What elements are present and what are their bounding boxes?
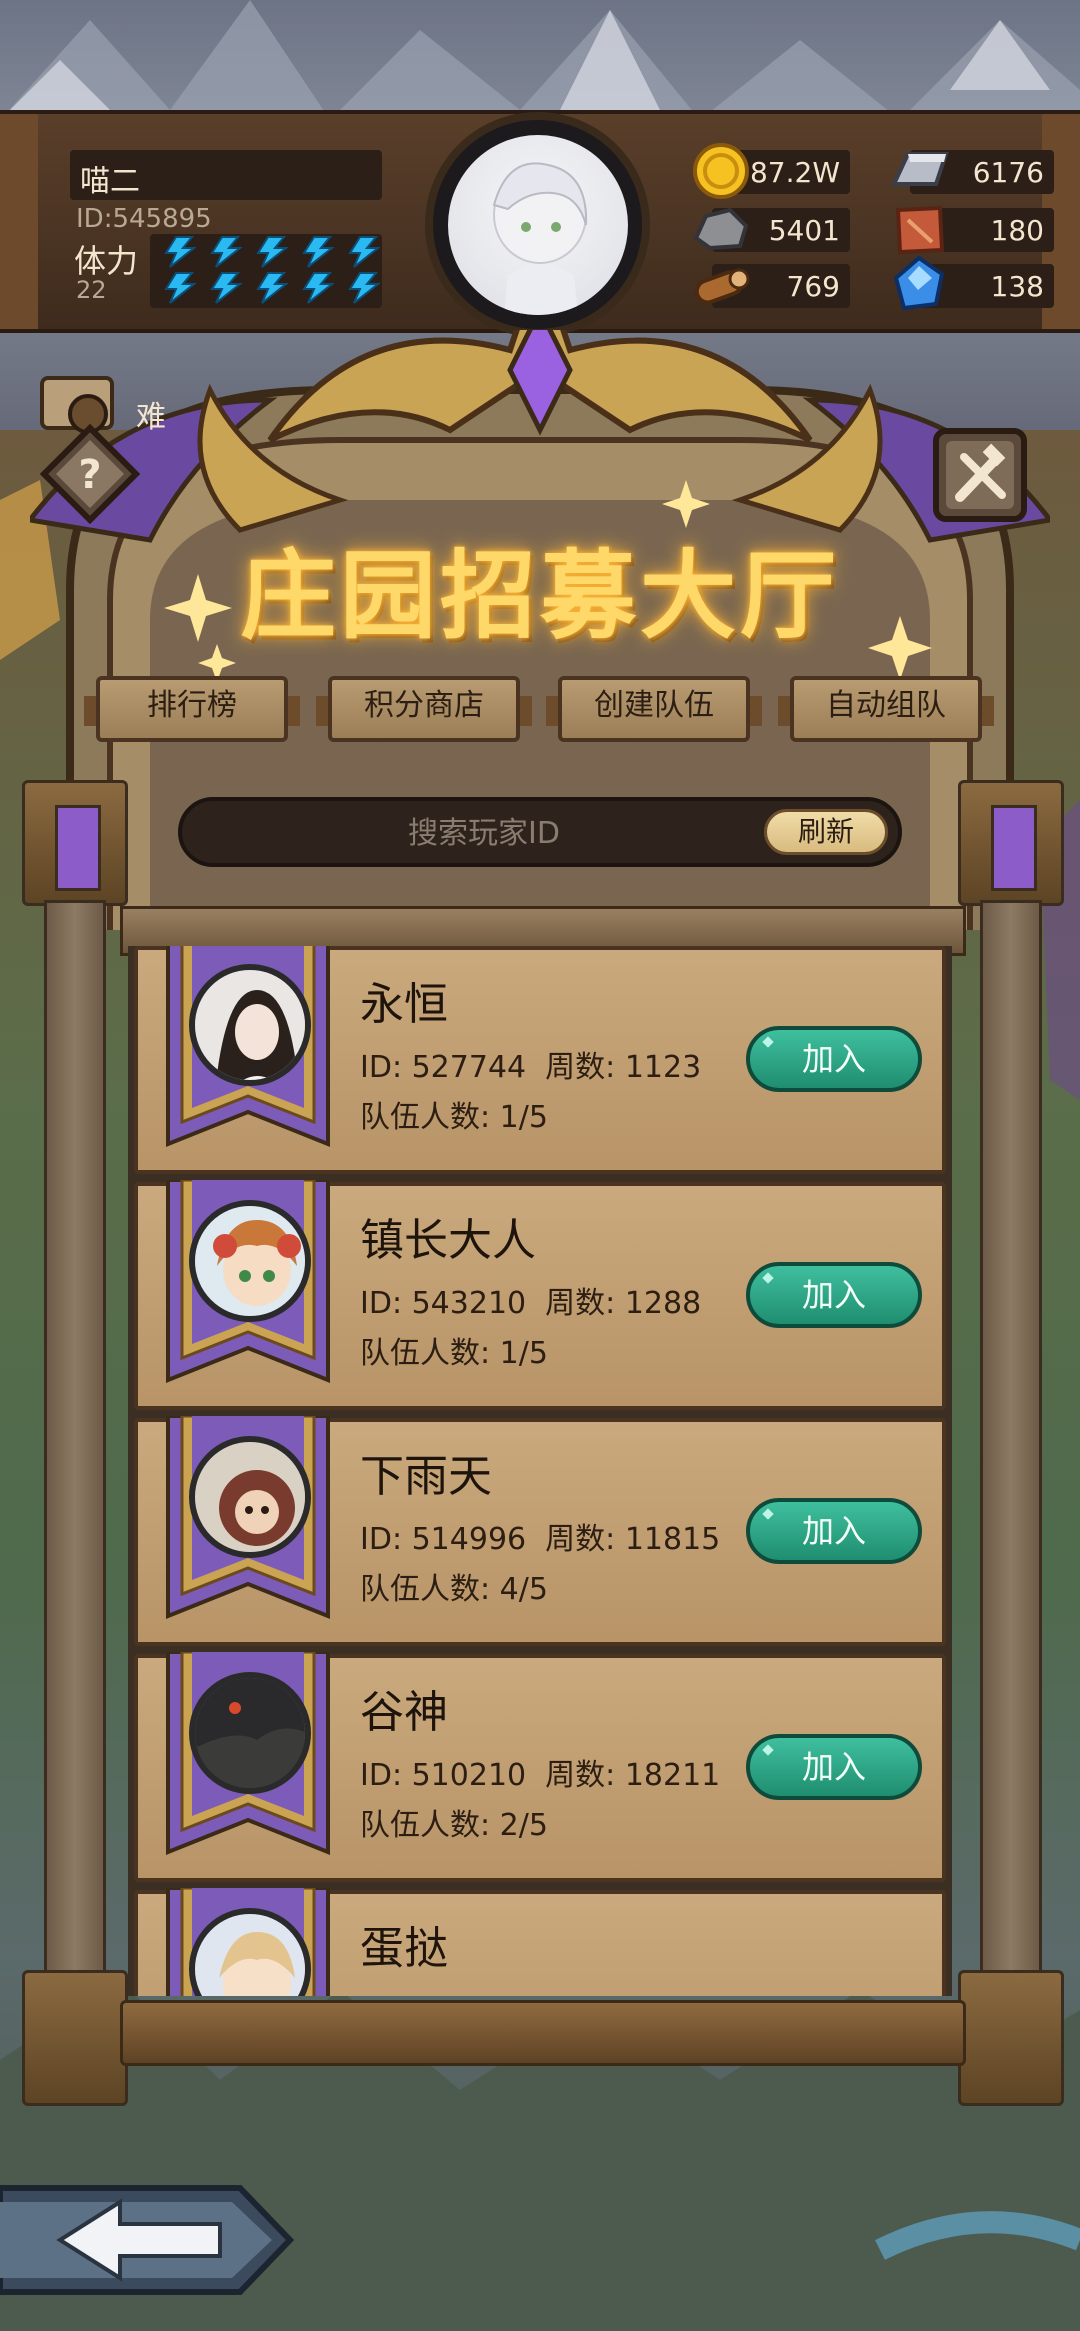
resource-iron-ingot: 6176 [890,150,1054,194]
tab-points-shop[interactable]: 积分商店 [316,662,532,758]
team-id-weeks: ID: 510210 周数: 18211 [360,1758,721,1793]
refresh-button[interactable]: 刷新 [764,809,888,855]
lightning-bolt-icon [164,272,196,304]
side-tab-label: 难 [136,400,166,435]
avatar-portrait-icon [492,162,588,315]
player-name: 喵二 [80,164,140,199]
tab-label: 自动组队 [826,688,946,723]
resource-value: 5401 [768,214,840,247]
team-avatar[interactable] [189,1672,311,1794]
team-member-count: 队伍人数: 2/5 [360,1808,548,1843]
tab-label: 排行榜 [147,688,237,723]
lightning-bolt-icon [348,272,380,304]
join-button[interactable]: 加入 [746,1262,922,1328]
resource-value: 180 [990,214,1044,247]
leather-icon [895,205,945,255]
team-id-weeks: ID: 543210 周数: 1288 [360,1286,702,1321]
team-list[interactable]: 永恒 ID: 527744 周数: 1123 队伍人数: 1/5 加入 镇长大人 ID: … [128,946,952,1996]
pillar-base [958,1970,1064,2106]
team-member-count: 队伍人数: 1/5 [360,1100,548,1135]
team-member-count: 队伍人数: 4/5 [360,1572,548,1607]
pillar-base [22,1970,128,2106]
resource-wood-log: 769 [694,264,850,308]
tab-label: 积分商店 [364,688,484,723]
team-row: 镇长大人 ID: 543210 周数: 1288 队伍人数: 1/5 加入 [134,1180,946,1410]
resource-gold-coin: 87.2W [693,143,850,199]
list-bottom-rim [120,2000,966,2066]
pillar-shaft [980,900,1042,1976]
lightning-bolt-icon [210,236,242,268]
resource-value: 769 [786,270,840,303]
team-avatar[interactable] [189,964,311,1086]
search-bar: 刷新 [178,797,902,867]
resource-value: 87.2W [749,156,840,189]
team-row: 永恒 ID: 527744 周数: 1123 队伍人数: 1/5 加入 [134,946,946,1174]
pillar-right [958,780,1064,2106]
join-button[interactable]: 加入 [746,1026,922,1092]
lightning-bolt-icon [302,272,334,304]
team-id-weeks: ID: 527744 周数: 1123 [360,1050,702,1085]
lightning-bolt-icon [302,236,334,268]
hud-wood-left [0,114,38,329]
team-name: 镇长大人 [360,1215,536,1266]
avatar-portrait-icon [195,1914,305,1996]
back-arrow-icon [0,2185,295,2295]
player-id: ID:545895 [76,204,212,234]
resource-value: 138 [990,270,1044,303]
stamina-bolts [162,236,382,304]
resource-leather: 180 [895,205,1054,255]
pillar-left [22,780,128,2106]
hall-tabs: 排行榜 积分商店 创建队伍 自动组队 [84,662,1004,762]
resource-value: 6176 [972,156,1044,189]
lightning-bolt-icon [348,236,380,268]
stone-icon [693,207,749,251]
team-avatar[interactable] [189,1200,311,1322]
team-id-weeks: ID: 514996 周数: 11815 [360,1522,721,1557]
player-avatar[interactable] [448,135,628,315]
tab-auto-match[interactable]: 自动组队 [778,662,994,758]
lightning-bolt-icon [256,272,288,304]
join-button[interactable]: 加入 [746,1498,922,1564]
pillar-crystal [991,805,1037,891]
pillar-cap [958,780,1064,906]
tab-create-team[interactable]: 创建队伍 [546,662,762,758]
team-name: 蛋挞 [360,1923,448,1974]
lightning-bolt-icon [256,236,288,268]
pillar-cap [22,780,128,906]
team-name: 永恒 [360,979,448,1030]
tab-label: 创建队伍 [594,688,714,723]
pillar-shaft [44,900,106,1976]
team-name: 谷神 [360,1687,448,1738]
pillar-crystal [55,805,101,891]
wood-log-icon [694,268,750,305]
back-button[interactable] [0,2180,296,2300]
resource-blue-crystal: 138 [893,255,1054,311]
blue-crystal-icon [893,255,945,311]
team-name: 下雨天 [360,1451,492,1502]
tab-leaderboard[interactable]: 排行榜 [84,662,300,758]
lightning-bolt-icon [164,236,196,268]
team-row: 谷神 ID: 510210 周数: 18211 队伍人数: 2/5 加入 [134,1652,946,1882]
join-button[interactable]: 加入 [746,1734,922,1800]
resource-stone: 5401 [693,207,850,252]
search-input[interactable] [182,801,786,865]
lightning-bolt-icon [210,272,242,304]
gold-coin-icon [693,143,749,199]
team-member-count: 队伍人数: 1/5 [360,1336,548,1371]
team-avatar[interactable] [189,1436,311,1558]
iron-ingot-icon [890,152,949,186]
team-row: 蛋挞 [134,1888,946,1996]
team-row: 下雨天 ID: 514996 周数: 11815 队伍人数: 4/5 加入 [134,1416,946,1646]
stamina-value: 22 [76,276,107,304]
